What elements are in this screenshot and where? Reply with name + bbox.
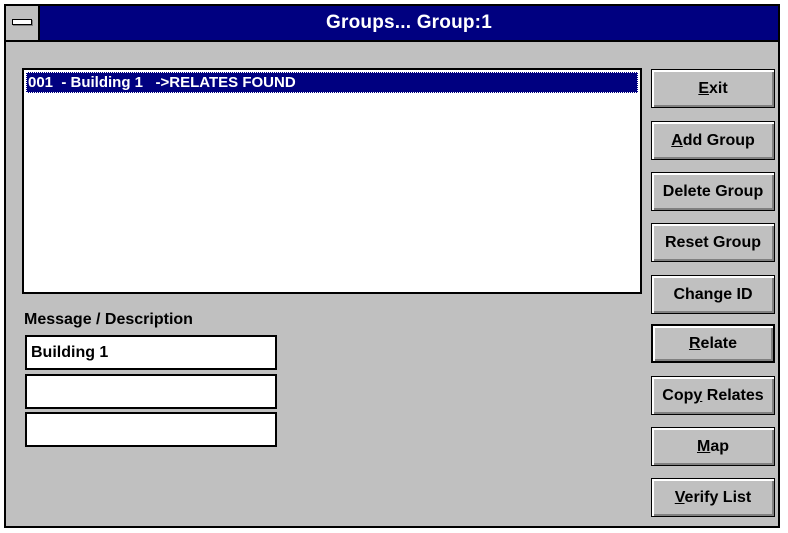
system-menu-button[interactable] <box>6 6 40 40</box>
message-line-3-field[interactable] <box>25 412 277 447</box>
message-description-label: Message / Description <box>24 311 193 328</box>
title-bar: Groups... Group:1 <box>6 6 778 42</box>
list-item[interactable]: 001 - Building 1 ->RELATES FOUND <box>26 72 638 93</box>
message-line-2-field[interactable] <box>25 374 277 409</box>
system-menu-icon <box>12 19 32 25</box>
message-line-1-field[interactable]: Building 1 <box>25 335 277 370</box>
add-group-button[interactable]: Add Group <box>651 121 775 160</box>
groups-listbox[interactable]: 001 - Building 1 ->RELATES FOUND <box>22 68 642 294</box>
groups-window: Groups... Group:1 001 - Building 1 ->REL… <box>4 4 780 528</box>
relate-button[interactable]: Relate <box>651 324 775 363</box>
window-title: Groups... Group:1 <box>326 12 492 33</box>
verify-list-button[interactable]: Verify List <box>651 478 775 517</box>
delete-group-button[interactable]: Delete Group <box>651 172 775 211</box>
exit-button[interactable]: Exit <box>651 69 775 108</box>
map-button[interactable]: Map <box>651 427 775 466</box>
copy-relates-button[interactable]: Copy Relates <box>651 376 775 415</box>
change-id-button[interactable]: Change ID <box>651 275 775 314</box>
reset-group-button[interactable]: Reset Group <box>651 223 775 262</box>
